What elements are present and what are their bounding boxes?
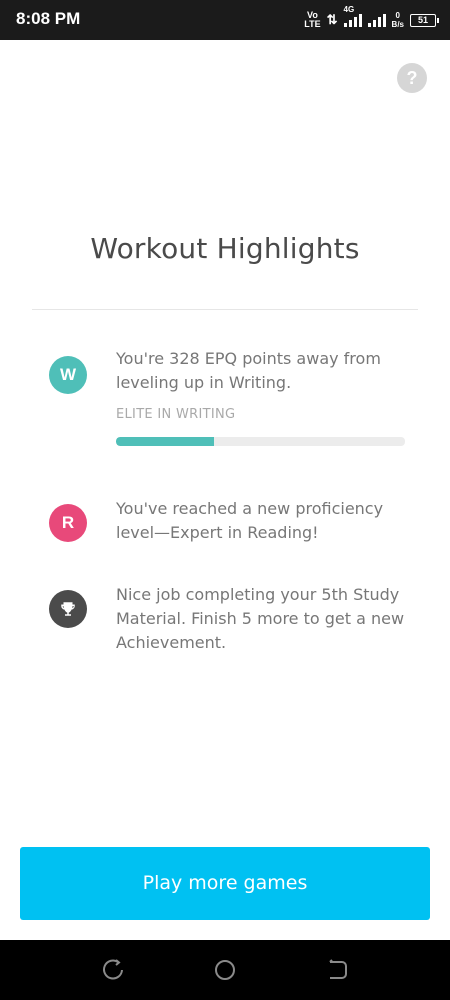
reading-badge-icon: R xyxy=(49,504,87,542)
data-activity-icon: ⇅ xyxy=(326,12,338,27)
page-title: Workout Highlights xyxy=(90,232,360,265)
net-speed-value: 0 xyxy=(395,11,400,20)
home-nav-icon[interactable] xyxy=(213,958,237,982)
status-icons: Vo LTE ⇅ 4G 0 B/s 51 xyxy=(304,5,439,32)
writing-progress-bar xyxy=(116,437,405,446)
net-speed-unit: B/s xyxy=(391,20,404,29)
status-bar: 8:08 PM Vo LTE ⇅ 4G 0 B/s 51 xyxy=(0,0,450,40)
trophy-icon xyxy=(49,590,87,628)
status-time: 8:08 PM xyxy=(16,9,81,28)
reading-highlight-text: You've reached a new proficiency level—E… xyxy=(116,499,384,542)
writing-badge-icon: W xyxy=(49,356,87,394)
network-type-label: 4G xyxy=(343,5,355,14)
signal-icon: 4G xyxy=(343,5,362,27)
achievement-highlight-text: Nice job completing your 5th Study Mater… xyxy=(116,585,405,652)
system-nav-bar xyxy=(0,940,450,1000)
writing-level-label: ELITE IN WRITING xyxy=(116,407,236,422)
volte-bottom-label: LTE xyxy=(304,19,321,29)
recent-apps-nav-icon[interactable] xyxy=(325,958,349,982)
help-button[interactable]: ? xyxy=(397,63,427,93)
title-divider xyxy=(32,309,418,310)
writing-progress-fill xyxy=(116,437,215,446)
signal-icon-2 xyxy=(367,13,386,27)
volte-icon: Vo LTE xyxy=(304,11,320,29)
back-nav-icon[interactable] xyxy=(101,958,125,982)
play-more-games-button[interactable]: Play more games xyxy=(20,847,430,920)
battery-icon: 51 xyxy=(410,13,439,27)
writing-highlight-text: You're 328 EPQ points away from leveling… xyxy=(116,349,381,392)
net-speed-indicator: 0 B/s xyxy=(392,11,404,29)
